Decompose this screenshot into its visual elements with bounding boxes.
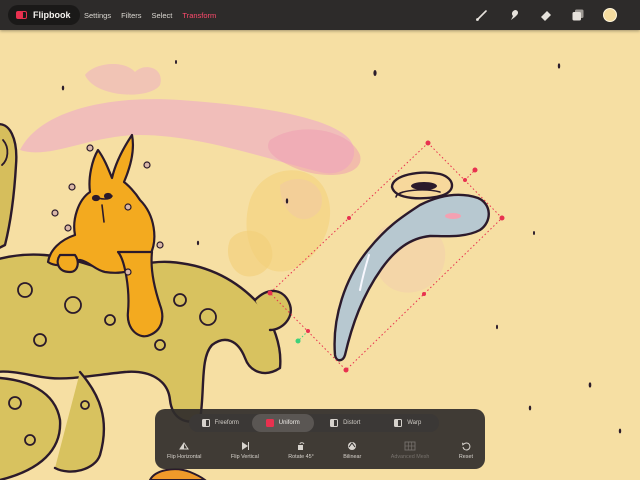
mode-warp-button[interactable]: Warp <box>377 414 440 432</box>
eraser-tool-button[interactable] <box>538 7 554 23</box>
tool-group <box>474 7 618 23</box>
menu-item-filters[interactable]: Filters <box>121 11 141 20</box>
uniform-icon <box>265 419 274 427</box>
flipbook-logo-icon <box>16 10 28 20</box>
eraser-icon <box>541 11 551 21</box>
flip-horizontal-button[interactable]: Flip Horizontal <box>167 441 201 465</box>
reset-icon <box>461 442 471 451</box>
pink-smear <box>20 64 361 175</box>
bilinear-button[interactable]: Bilinear <box>343 441 361 465</box>
transform-mode-selector: Freeform Uniform Distort Warp <box>189 414 439 432</box>
layers-icon <box>572 9 584 21</box>
color-picker-button[interactable] <box>602 7 618 23</box>
flip-horizontal-label: Flip Horizontal <box>167 454 202 460</box>
flip-vertical-label: Flip Vertical <box>230 454 259 460</box>
main-menu: Settings Filters Select Transform <box>84 0 216 30</box>
menu-item-select[interactable]: Select <box>152 11 173 20</box>
brush-tool-button[interactable] <box>474 7 490 23</box>
flip-vertical-button[interactable]: Flip Vertical <box>231 441 259 465</box>
menu-item-settings[interactable]: Settings <box>84 11 111 20</box>
mode-freeform-button[interactable]: Freeform <box>189 414 252 432</box>
transform-actions: Flip Horizontal Flip Vertical Rotate 45°… <box>167 441 473 465</box>
smudge-tool-button[interactable] <box>506 7 522 23</box>
mode-freeform-label: Freeform <box>214 420 239 426</box>
drawing-canvas[interactable] <box>0 0 640 480</box>
mode-distort-button[interactable]: Distort <box>314 414 377 432</box>
app-brand-button[interactable]: Flipbook <box>8 5 80 25</box>
brush-icon <box>476 10 487 21</box>
rotate-45-button[interactable]: Rotate 45° <box>288 441 314 465</box>
mode-uniform-button[interactable]: Uniform <box>251 414 314 432</box>
advanced-mesh-button[interactable]: Advanced Mesh <box>390 441 430 465</box>
menu-item-transform[interactable]: Transform <box>182 11 216 20</box>
rotate-45-label: Rotate 45° <box>288 454 314 460</box>
bilinear-icon <box>348 442 357 450</box>
bilinear-label: Bilinear <box>343 454 362 460</box>
app-name: Flipbook <box>33 10 71 20</box>
reset-label: Reset <box>458 454 473 460</box>
mode-distort-label: Distort <box>343 420 361 426</box>
mode-uniform-label: Uniform <box>278 420 300 426</box>
mode-warp-label: Warp <box>407 420 422 426</box>
reset-button[interactable]: Reset <box>459 441 473 465</box>
advanced-mesh-label: Advanced Mesh <box>390 454 430 460</box>
orange-blob-drawing <box>148 468 207 480</box>
freeform-icon <box>201 419 210 427</box>
transform-panel: Freeform Uniform Distort Warp Flip Horiz… <box>155 409 485 469</box>
top-toolbar: Flipbook Settings Filters Select Transfo… <box>0 0 640 30</box>
color-swatch-icon <box>603 8 617 22</box>
flip-horizontal-icon <box>179 442 190 450</box>
layers-button[interactable] <box>570 7 586 23</box>
distort-icon <box>330 419 339 427</box>
warp-icon <box>394 419 403 427</box>
mesh-icon <box>404 441 416 451</box>
flip-vertical-icon <box>241 442 249 450</box>
rotate-icon <box>298 442 305 450</box>
smudge-icon <box>511 10 519 20</box>
